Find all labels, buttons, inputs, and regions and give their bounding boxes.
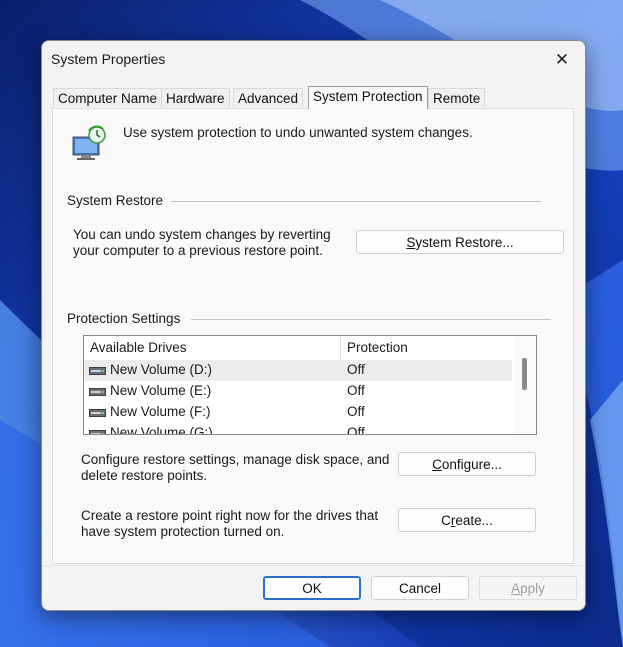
protection-settings-divider [191,319,551,320]
drive-row-g[interactable]: New Volume (G:) Off [84,423,512,435]
window-title: System Properties [51,51,166,67]
create-desc-line-1: Create a restore point right now for the… [81,508,379,523]
tab-hardware[interactable]: Hardware [161,88,230,109]
title-bar[interactable]: System Properties ✕ [42,41,585,79]
drive-row-d[interactable]: New Volume (D:) Off [84,360,512,381]
scrollbar-thumb[interactable] [522,358,527,390]
listview-header: Available Drives Protection [84,336,512,360]
column-header-protection[interactable]: Protection [341,336,507,360]
drive-protection-status: Off [347,362,365,377]
drive-name: New Volume (D:) [110,362,213,377]
system-protection-icon [72,125,106,160]
create-description: Create a restore point right now for the… [81,508,378,540]
configure-description: Configure restore settings, manage disk … [81,452,389,484]
drive-name: New Volume (G:) [110,425,213,435]
tab-system-protection[interactable]: System Protection [308,86,428,109]
protection-settings-heading: Protection Settings [67,311,181,326]
close-icon: ✕ [554,50,570,70]
drive-name: New Volume (F:) [110,404,211,419]
create-button-prefix: C [441,512,451,528]
tab-computer-name[interactable]: Computer Name [53,88,163,109]
drive-row-f[interactable]: New Volume (F:) Off [84,402,512,423]
drive-protection-status: Off [347,383,365,398]
tab-advanced[interactable]: Advanced [233,88,304,109]
configure-button[interactable]: Configure... [398,452,536,476]
system-restore-desc-line-2: your computer to a previous restore poin… [73,243,323,258]
apply-button-mnemonic: A [511,580,521,596]
listview-scrollbar[interactable] [514,336,536,434]
ok-button[interactable]: OK [263,576,361,600]
apply-button-label: pply [520,580,545,596]
configure-desc-line-1: Configure restore settings, manage disk … [81,452,390,467]
system-restore-desc-line-1: You can undo system changes by reverting [73,227,331,242]
apply-button[interactable]: Apply [479,576,577,600]
system-restore-heading: System Restore [67,193,164,208]
cancel-button[interactable]: Cancel [371,576,469,600]
intro-text: Use system protection to undo unwanted s… [123,125,473,140]
drive-icon [89,409,106,417]
create-button[interactable]: Cr eate... [398,508,536,532]
system-properties-dialog: System Properties ✕ Computer Name Hardwa… [41,40,586,611]
ok-button-label: OK [302,580,322,596]
system-restore-button[interactable]: System Restore... [356,230,564,254]
create-button-label: eate... [455,512,493,528]
configure-desc-line-2: delete restore points. [81,468,208,483]
configure-button-mnemonic: C [432,456,442,472]
system-restore-button-mnemonic: S [406,234,416,250]
close-button[interactable]: ✕ [539,41,585,79]
system-restore-divider [171,201,541,202]
drive-protection-status: Off [347,404,365,419]
system-restore-description: You can undo system changes by reverting… [73,227,331,259]
drive-icon [89,367,106,375]
drive-icon [89,388,106,396]
system-restore-button-label: ystem Restore... [415,234,514,250]
drive-protection-status: Off [347,425,365,435]
tab-remote[interactable]: Remote [428,88,486,109]
drive-icon [89,430,106,434]
configure-button-label: onfigure... [441,456,502,472]
drives-listview[interactable]: Available Drives Protection New Volume (… [83,335,537,435]
drive-name: New Volume (E:) [110,383,212,398]
cancel-button-label: Cancel [398,580,442,596]
column-header-available-drives[interactable]: Available Drives [84,336,340,360]
drive-row-e[interactable]: New Volume (E:) Off [84,381,512,402]
create-desc-line-2: have system protection turned on. [81,524,285,539]
